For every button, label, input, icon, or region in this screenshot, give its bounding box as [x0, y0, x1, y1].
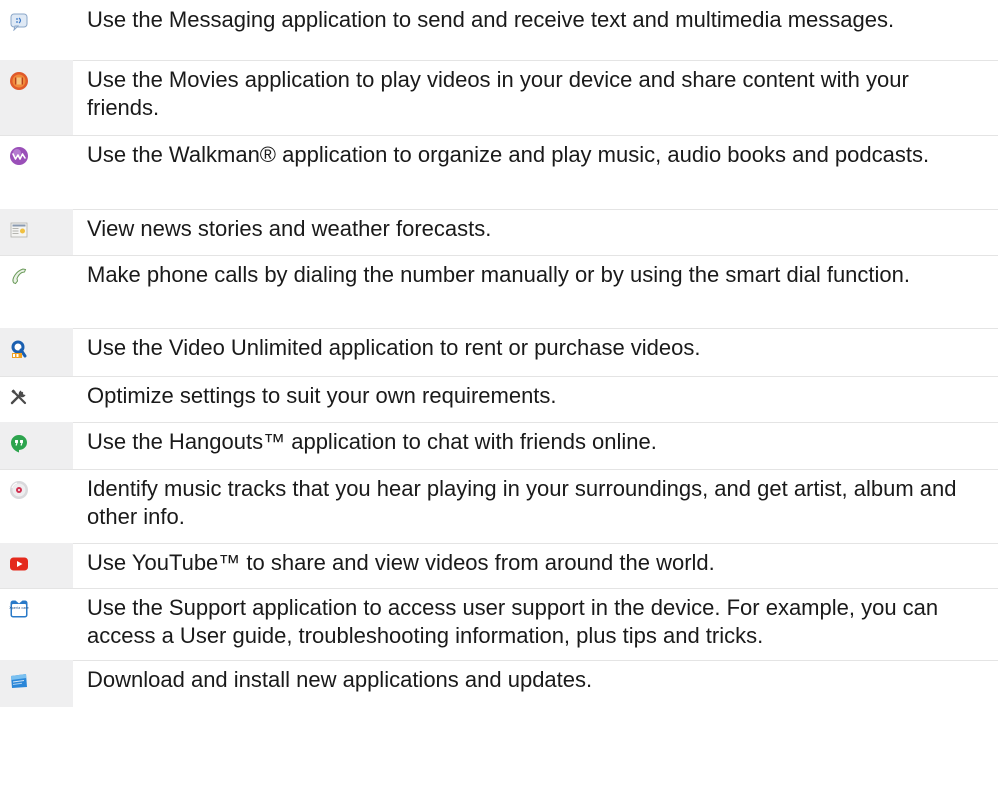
table-row: Xperia care Use the Support application … — [0, 588, 998, 660]
sony-select-icon — [11, 674, 27, 688]
row-description: Use the Support application to access us… — [87, 595, 939, 648]
settings-icon — [10, 389, 27, 405]
video-unlimited-icon — [11, 340, 27, 358]
messaging-icon — [10, 13, 28, 31]
row-description: Use the Walkman® application to organize… — [87, 142, 930, 167]
table-row: Use the Messaging application to send an… — [0, 0, 998, 60]
news-weather-icon — [10, 222, 28, 238]
table-row: View news stories and weather forecasts. — [0, 209, 998, 255]
row-description: Optimize settings to suit your own requi… — [87, 383, 557, 408]
support-icon: Xperia care — [9, 600, 29, 618]
table-row: Use the Video Unlimited application to r… — [0, 328, 998, 376]
row-description: Use YouTube™ to share and view videos fr… — [87, 550, 715, 575]
table-row: Use the Hangouts™ application to chat wi… — [0, 422, 998, 469]
row-description: Use the Hangouts™ application to chat wi… — [87, 429, 657, 454]
phone-icon — [12, 268, 27, 285]
row-description: Identify music tracks that you hear play… — [87, 476, 957, 529]
table-row: Use the Movies application to play video… — [0, 60, 998, 135]
row-description: View news stories and weather forecasts. — [87, 216, 492, 241]
row-description: Download and install new applications an… — [87, 667, 593, 692]
row-description: Make phone calls by dialing the number m… — [87, 262, 911, 287]
row-description: Use the Video Unlimited application to r… — [87, 335, 701, 360]
support-icon-label: Xperia care — [9, 606, 28, 610]
table-row: Use YouTube™ to share and view videos fr… — [0, 543, 998, 588]
table-row: Make phone calls by dialing the number m… — [0, 255, 998, 328]
youtube-icon — [10, 557, 28, 571]
walkman-icon — [10, 147, 28, 165]
table-row: Identify music tracks that you hear play… — [0, 469, 998, 543]
apps-table: Use the Messaging application to send an… — [0, 0, 998, 707]
row-description: Use the Movies application to play video… — [87, 67, 909, 120]
table-row: Download and install new applications an… — [0, 660, 998, 707]
hangouts-icon — [11, 435, 27, 453]
table-row: Optimize settings to suit your own requi… — [0, 376, 998, 422]
table-row: Use the Walkman® application to organize… — [0, 135, 998, 209]
movies-icon — [10, 72, 28, 90]
trackid-icon — [10, 481, 28, 499]
row-description: Use the Messaging application to send an… — [87, 7, 895, 32]
